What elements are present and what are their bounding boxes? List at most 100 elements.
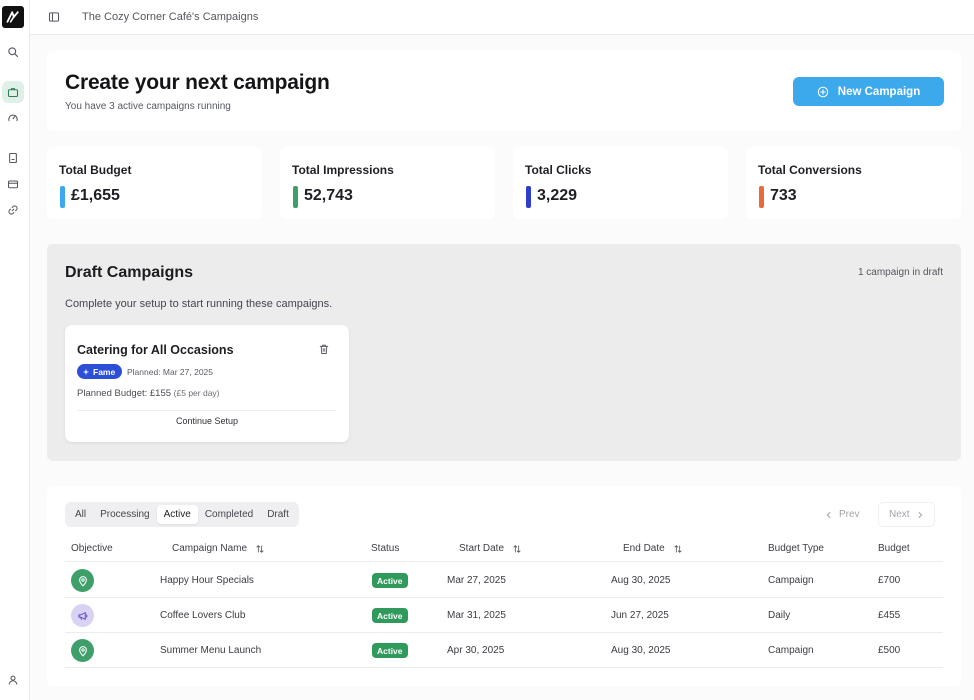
col-campaign-name[interactable]: Campaign Name [172,543,265,554]
stat-card-conversions: Total Conversions 733 [746,147,961,219]
status-badge: Active [372,608,408,623]
search-icon[interactable] [2,41,24,63]
budget-type: Daily [768,610,791,621]
col-end-date-label: End Date [623,543,665,554]
col-status: Status [371,543,400,554]
col-start-date-label: Start Date [459,543,505,554]
col-start-date[interactable]: Start Date [459,543,522,554]
hero-panel: Create your next campaign You have 3 act… [47,51,961,131]
stat-value: 52,743 [304,187,353,204]
end-date: Aug 30, 2025 [611,575,671,586]
budget-amount: £500 [878,645,901,656]
col-budget-type: Budget Type [768,543,824,554]
col-end-date[interactable]: End Date [623,543,683,554]
page-breadcrumb-title: The Cozy Corner Café's Campaigns [82,11,259,23]
prev-page-button[interactable]: Prev [815,502,870,527]
page-title: Create your next campaign [65,71,330,94]
map-pin-icon [71,569,94,592]
sort-icon [256,544,264,553]
draft-description: Complete your setup to start running the… [65,298,333,310]
col-campaign-name-label: Campaign Name [172,543,248,554]
start-date: Mar 27, 2025 [447,575,506,586]
stat-card-budget: Total Budget £1,655 [47,147,262,219]
end-date: Jun 27, 2025 [611,610,669,621]
campaigns-briefcase-icon[interactable] [2,81,24,103]
status-filter-tabs: All Processing Active Completed Draft [65,502,299,527]
status-badge: Active [372,573,408,588]
stat-color-bar [60,186,65,208]
status-badge: Active [372,643,408,658]
table-header: Objective Campaign Name Status Start Dat… [65,536,943,562]
stat-color-bar [759,186,764,208]
fame-badge: Fame [77,364,123,379]
new-campaign-label: New Campaign [837,85,921,98]
stat-card-impressions: Total Impressions 52,743 [280,147,495,219]
stat-color-bar [293,186,298,208]
fame-badge-label: Fame [93,366,116,377]
planned-budget-note: (£5 per day) [173,388,220,398]
sparkle-icon [82,368,90,375]
draft-campaigns-panel: Draft Campaigns 1 campaign in draft Comp… [47,244,961,461]
table-row[interactable]: Summer Menu Launch Active Apr 30, 2025 A… [65,633,943,668]
dashboard-gauge-icon[interactable] [2,107,24,129]
continue-setup-button[interactable]: Continue Setup [77,410,337,430]
link-icon[interactable] [2,199,24,221]
campaigns-table-panel: All Processing Active Completed Draft Pr… [47,486,961,686]
logo-mark-icon [6,11,19,23]
campaign-name: Coffee Lovers Club [160,610,246,621]
start-date: Mar 31, 2025 [447,610,506,621]
stat-value: £1,655 [71,187,120,204]
end-date: Aug 30, 2025 [611,645,671,656]
stat-label: Total Conversions [758,163,862,177]
draft-count: 1 campaign in draft [857,267,943,278]
receipt-icon[interactable] [2,147,24,169]
table-row[interactable]: Coffee Lovers Club Active Mar 31, 2025 J… [65,598,943,633]
stat-label: Total Clicks [525,163,592,177]
sort-icon [674,544,682,553]
budget-type: Campaign [768,575,814,586]
draft-section-title: Draft Campaigns [65,264,194,281]
campaign-name: Summer Menu Launch [160,645,262,656]
stat-label: Total Impressions [292,163,394,177]
col-budget: Budget [878,543,910,554]
credit-card-icon[interactable] [2,173,24,195]
stat-card-clicks: Total Clicks 3,229 [513,147,728,219]
prev-label: Prev [839,509,860,520]
start-date: Apr 30, 2025 [447,645,505,656]
plus-circle-icon [817,86,829,97]
next-label: Next [889,509,910,520]
tab-active[interactable]: Active [156,505,198,524]
campaign-name: Happy Hour Specials [160,575,254,586]
megaphone-icon [71,604,94,627]
stat-color-bar [526,186,531,208]
budget-amount: £700 [878,575,901,586]
user-account-icon[interactable] [2,669,24,691]
topbar: The Cozy Corner Café's Campaigns [30,0,974,35]
stat-value: 3,229 [537,187,578,204]
tab-all[interactable]: All [68,505,93,524]
next-page-button[interactable]: Next [878,502,935,527]
planned-date: Planned: Mar 27, 2025 [127,367,214,377]
tab-completed[interactable]: Completed [198,505,260,524]
planned-budget-amount: Planned Budget: £155 [77,388,172,399]
map-pin-icon [71,639,94,662]
planned-budget: Planned Budget: £155 (£5 per day) [77,388,220,399]
chevron-left-icon [826,511,831,518]
sidebar [0,0,30,700]
tab-processing[interactable]: Processing [93,505,156,524]
stat-value: 733 [770,187,797,204]
sort-icon [513,544,521,553]
draft-campaign-name: Catering for All Occasions [77,343,234,357]
trash-icon[interactable] [318,343,330,355]
stat-label: Total Budget [59,163,132,177]
budget-type: Campaign [768,645,814,656]
budget-amount: £455 [878,610,901,621]
draft-campaign-card[interactable]: Catering for All Occasions Fame Planned:… [65,325,349,442]
app-logo[interactable] [2,6,24,28]
toggle-sidebar-icon[interactable] [48,11,60,23]
table-row[interactable]: Happy Hour Specials Active Mar 27, 2025 … [65,563,943,598]
tab-draft[interactable]: Draft [260,505,296,524]
chevron-right-icon [917,511,922,518]
new-campaign-button[interactable]: New Campaign [793,77,944,106]
active-campaigns-subtitle: You have 3 active campaigns running [65,101,231,112]
